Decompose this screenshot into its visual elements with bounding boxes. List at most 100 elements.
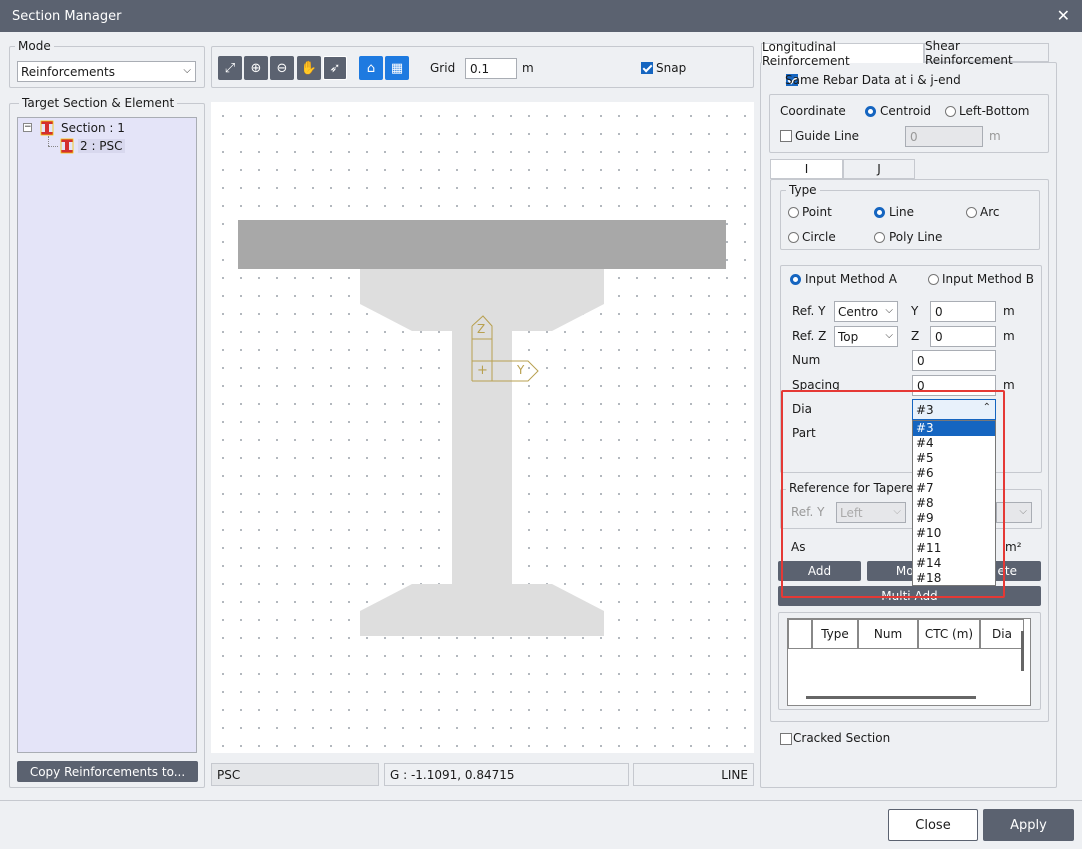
status-section: PSC: [211, 763, 379, 786]
col-type[interactable]: Type: [812, 619, 858, 649]
view-grid-icon[interactable]: ▦: [385, 56, 409, 80]
y-input[interactable]: 0: [930, 301, 996, 322]
window-title: Section Manager: [12, 8, 122, 24]
centroid-label: Centroid: [880, 104, 932, 118]
cracked-section-label: Cracked Section: [793, 731, 891, 745]
apply-button[interactable]: Apply: [983, 809, 1074, 841]
ref-y-label: Ref. Y: [792, 304, 826, 318]
axis-y-label: Y: [517, 363, 525, 377]
col-ctc[interactable]: CTC (m): [918, 619, 980, 649]
close-icon[interactable]: ✕: [1057, 6, 1070, 25]
vertical-scrollbar[interactable]: [1021, 631, 1024, 671]
type-line-radio[interactable]: [874, 207, 885, 218]
col-dia[interactable]: Dia: [980, 619, 1024, 649]
highlight-box: [781, 390, 1005, 598]
i-section-icon: [40, 120, 54, 136]
top-flange-selected: [238, 220, 726, 269]
guide-line-checkbox[interactable]: [780, 130, 792, 142]
z-label: Z: [911, 329, 920, 343]
grid-input[interactable]: 0.1: [465, 58, 517, 79]
horizontal-scrollbar[interactable]: [806, 696, 976, 699]
tree-line: [48, 146, 58, 147]
tree-line: [48, 136, 49, 146]
snap-checkbox[interactable]: [641, 62, 653, 74]
zoom-fit-icon[interactable]: ⤢: [218, 56, 242, 80]
tab-longitudinal[interactable]: Longitudinal Reinforcement: [761, 40, 924, 68]
drawing-canvas[interactable]: Z Y +: [211, 102, 754, 753]
method-b-label: Input Method B: [942, 272, 1034, 286]
zoom-out-icon[interactable]: ⊖: [270, 56, 294, 80]
mode-value: Reinforcements: [21, 64, 115, 79]
col-num[interactable]: Num: [858, 619, 918, 649]
mode-select[interactable]: Reinforcements ⌵: [17, 61, 196, 82]
status-mode: LINE: [633, 763, 754, 786]
status-coords: G : -1.1091, 0.84715: [384, 763, 629, 786]
mode-label: Mode: [15, 39, 54, 53]
chevron-down-icon: ⌵: [885, 305, 893, 316]
tab-shear[interactable]: Shear Reinforcement: [924, 39, 1049, 67]
num-label: Num: [792, 353, 821, 367]
type-point-label: Point: [802, 205, 832, 219]
method-b-radio[interactable]: [928, 274, 939, 285]
type-arc-label: Arc: [980, 205, 1000, 219]
coordinate-label: Coordinate: [780, 104, 846, 118]
zoom-in-icon[interactable]: ⊕: [244, 56, 268, 80]
cracked-section-checkbox[interactable]: [780, 733, 792, 745]
z-unit: m: [1003, 329, 1015, 343]
y-label: Y: [911, 304, 919, 318]
spacing-unit: m: [1003, 378, 1015, 392]
rebar-table: Type Num CTC (m) Dia: [787, 618, 1031, 706]
as-unit: m²: [1005, 540, 1022, 554]
collapse-icon[interactable]: −: [23, 123, 32, 132]
centroid-radio[interactable]: [865, 106, 876, 117]
copy-reinforcements-button[interactable]: Copy Reinforcements to...: [17, 761, 198, 782]
section-drawing: [238, 220, 726, 636]
footer-divider: [0, 800, 1082, 801]
same-rebar-label: Same Rebar Data at i & j-end: [785, 73, 961, 87]
origin-marker: +: [477, 363, 488, 378]
tree-item-section[interactable]: Section : 1: [61, 121, 125, 135]
axis-z-label: Z: [477, 322, 486, 336]
grid-label: Grid: [430, 61, 456, 75]
grid-unit: m: [522, 61, 534, 75]
tree-item-element[interactable]: 2 : PSC: [78, 139, 125, 153]
i-section-icon: [60, 138, 74, 154]
close-button[interactable]: Close: [888, 809, 978, 841]
chevron-down-icon: ⌵: [885, 330, 893, 341]
num-input[interactable]: 0: [912, 350, 996, 371]
type-polyline-label: Poly Line: [889, 230, 943, 244]
tab-j-end[interactable]: J: [843, 159, 915, 179]
table-corner: [788, 619, 812, 649]
method-a-label: Input Method A: [805, 272, 897, 286]
type-circle-label: Circle: [802, 230, 836, 244]
snap-label: Snap: [656, 61, 687, 75]
select-pointer-icon[interactable]: ➶: [323, 56, 347, 80]
type-point-radio[interactable]: [788, 207, 799, 218]
guide-line-input[interactable]: 0: [905, 126, 983, 147]
type-arc-radio[interactable]: [966, 207, 977, 218]
chevron-down-icon: ⌵: [1019, 506, 1027, 517]
y-unit: m: [1003, 304, 1015, 318]
target-label: Target Section & Element: [19, 96, 178, 110]
type-label: Type: [786, 183, 820, 197]
pan-hand-icon[interactable]: ✋: [297, 56, 321, 80]
type-polyline-radio[interactable]: [874, 232, 885, 243]
chevron-down-icon: ⌵: [183, 65, 191, 76]
guide-line-label: Guide Line: [795, 129, 860, 143]
ref-z-select[interactable]: Top ⌵: [834, 326, 898, 347]
view-section-icon[interactable]: ⌂: [359, 56, 383, 80]
ref-y-value: Centro: [838, 304, 879, 319]
left-bottom-label: Left-Bottom: [959, 104, 1030, 118]
type-circle-radio[interactable]: [788, 232, 799, 243]
type-line-label: Line: [889, 205, 915, 219]
ref-z-value: Top: [838, 329, 859, 344]
method-a-radio[interactable]: [790, 274, 801, 285]
guide-unit: m: [989, 129, 1001, 143]
z-input[interactable]: 0: [930, 326, 996, 347]
ref-z-label: Ref. Z: [792, 329, 827, 343]
tab-i-end[interactable]: I: [770, 159, 843, 179]
title-bar: Section Manager ✕: [0, 0, 1082, 32]
section-tree: − Section : 1 2 : PSC: [17, 117, 197, 753]
ref-y-select[interactable]: Centro ⌵: [834, 301, 898, 322]
left-bottom-radio[interactable]: [945, 106, 956, 117]
